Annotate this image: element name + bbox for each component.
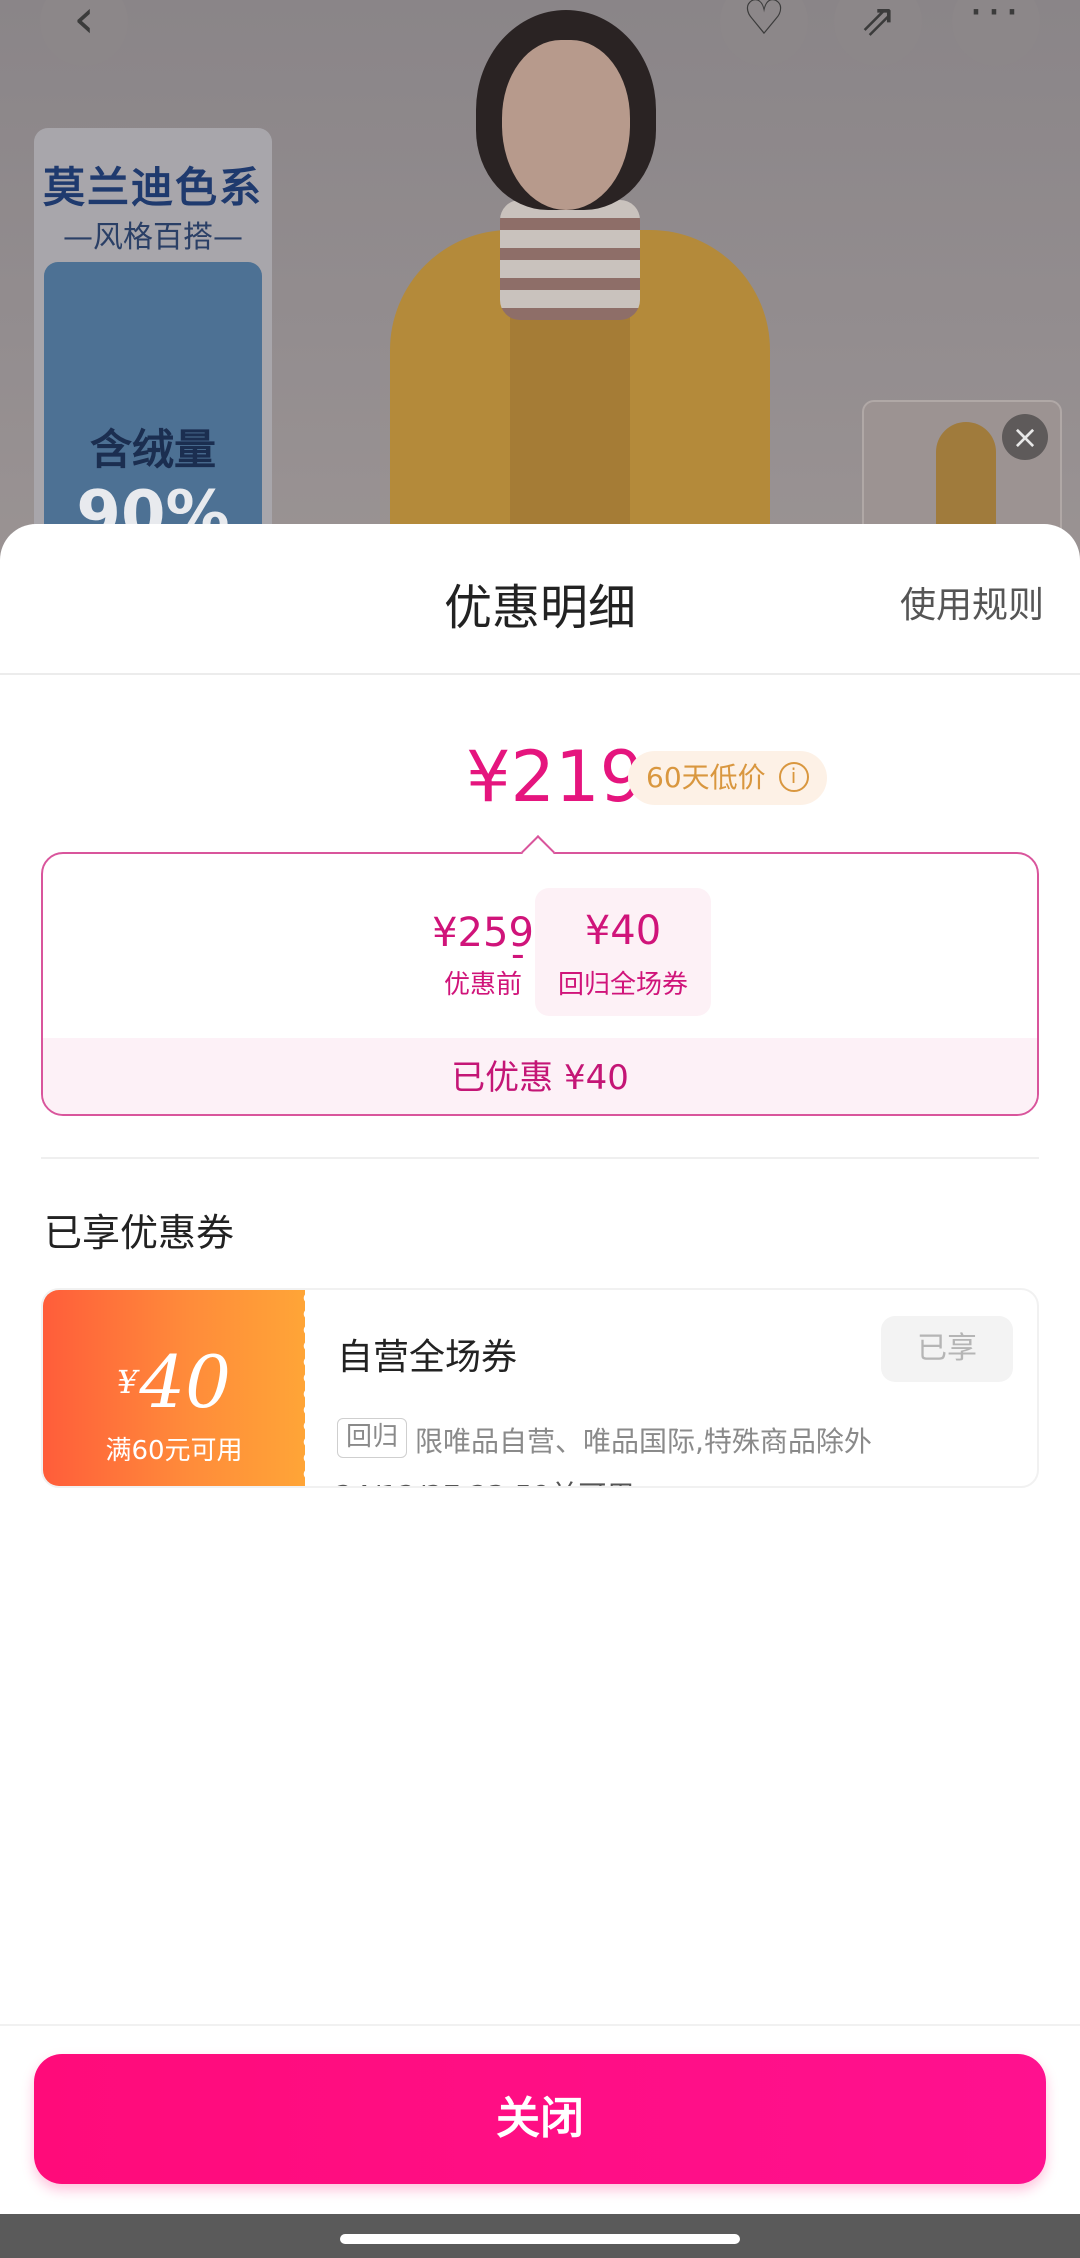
home-indicator[interactable] (340, 2234, 740, 2244)
coupon-deduction-label: 回归全场券 (557, 970, 688, 1000)
close-button[interactable]: 关闭 (34, 2054, 1046, 2184)
applied-coupons-title: 已享优惠券 (44, 1211, 235, 1255)
coupon-value-panel: ¥40 满60元可用 (43, 1290, 305, 1486)
coupon-card[interactable]: ¥40 满60元可用 自营全场券 已享 回归 限唯品自营、唯品国际,特殊商品除外… (41, 1288, 1039, 1488)
coupon-value-number: 40 (139, 1340, 231, 1424)
coupon-perforation (295, 1290, 309, 1486)
divider (41, 1157, 1039, 1159)
minus-operator: - (511, 932, 525, 976)
system-navigation-bar (0, 2214, 1080, 2258)
price-calculation-box: ¥259 优惠前 - ¥40 回归全场券 已优惠 ¥40 (41, 852, 1039, 1116)
divider (0, 2024, 1080, 2026)
promo-feature: 含绒量 (89, 425, 216, 474)
coupon-expiry-text: 24/12/27 23:59前可用 (335, 1479, 634, 1486)
coupon-tag: 回归 (337, 1418, 408, 1458)
coupon-value: ¥40 (43, 1346, 305, 1418)
final-price: ¥219 (466, 736, 645, 818)
product-model-image (390, 0, 770, 560)
coupon-condition: 满60元可用 (105, 1436, 243, 1466)
low-price-badge-label: 60天低价 (646, 761, 766, 794)
close-icon[interactable]: × (1002, 414, 1048, 460)
promo-title: 莫兰迪色系 (42, 163, 263, 212)
coupon-deduction-amount: ¥40 (584, 908, 662, 954)
coupon-expiry[interactable]: 24/12/27 23:59前可用 (335, 1474, 666, 1486)
coupon-description: 限唯品自营、唯品国际,特殊商品除外 (415, 1425, 872, 1458)
info-icon[interactable]: i (778, 762, 809, 792)
promo-subtitle: —风格百搭— (63, 220, 243, 255)
back-icon[interactable]: ‹ (40, 0, 128, 66)
more-icon[interactable]: ··· (952, 0, 1040, 66)
total-saved: 已优惠 ¥40 (43, 1038, 1037, 1114)
product-background: 莫兰迪色系 —风格百搭— 含绒量 90% × ‹ ♡ ⇗ ··· (0, 0, 1080, 560)
coupon-name: 自营全场券 (337, 1337, 518, 1378)
share-icon[interactable]: ⇗ (834, 0, 922, 66)
divider (0, 673, 1080, 675)
discount-detail-sheet: 优惠明细 使用规则 ¥219 60天低价 i ¥259 优惠前 - ¥40 回归… (0, 524, 1080, 2214)
promo-panel: 莫兰迪色系 —风格百搭— 含绒量 90% (34, 128, 272, 560)
low-price-badge[interactable]: 60天低价 i (628, 751, 827, 805)
coupon-deduction-chip: ¥40 回归全场券 (535, 888, 711, 1016)
coupon-status-badge: 已享 (881, 1316, 1013, 1382)
currency-symbol: ¥ (117, 1363, 138, 1401)
usage-rules-link[interactable]: 使用规则 (900, 576, 1044, 628)
